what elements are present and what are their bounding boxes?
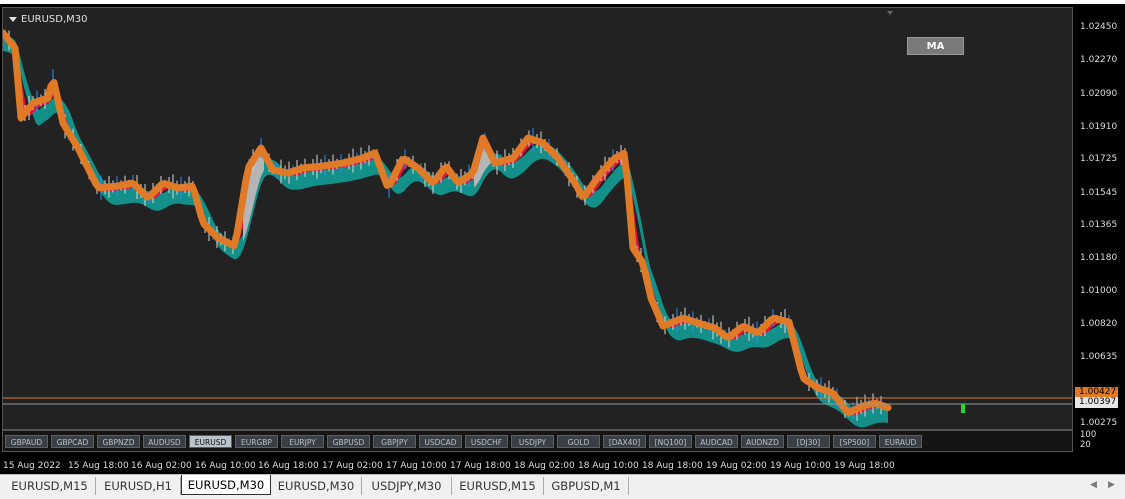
time-tick-label: 19 Aug 10:00 <box>770 461 831 471</box>
price-tick-label: 1.01000 <box>1080 286 1118 296</box>
time-tick-label: 15 Aug 18:00 <box>68 461 129 471</box>
time-tick-label: 16 Aug 02:00 <box>131 461 192 471</box>
crimson-ma-band <box>3 33 888 415</box>
time-tick-label: 19 Aug 18:00 <box>834 461 895 471</box>
symbol-button-audcad[interactable]: AUDCAD <box>695 435 738 448</box>
symbol-button-gold[interactable]: GOLD <box>557 435 600 448</box>
time-tick-label: 18 Aug 02:00 <box>514 461 575 471</box>
symbol-switcher-bar: GBPAUD GBPCAD GBPNZD AUDUSD EURUSD EURGBP EURJ… <box>2 430 1073 452</box>
price-tick-label: 1.01365 <box>1080 220 1118 230</box>
chart-window[interactable]: EURUSD,M30 MA GBPAUD GBPCAD GBPNZD AUDUSD EU… <box>0 4 1125 474</box>
time-tick-label: 17 Aug 02:00 <box>322 461 383 471</box>
time-tick-label: 18 Aug 10:00 <box>578 461 639 471</box>
price-plot-area[interactable]: EURUSD,M30 MA <box>2 7 1073 430</box>
symbol-button-eurgbp[interactable]: EURGBP <box>235 435 278 448</box>
price-tick-label: 1.01545 <box>1080 188 1118 198</box>
chart-tab-bar: ◀ ▶ EURUSD,M15 EURUSD,H1 EURUSD,M30 EURUSD,… <box>0 474 1125 499</box>
symbol-button-gbpnzd[interactable]: GBPNZD <box>97 435 140 448</box>
symbol-button-gbpjpy[interactable]: GBPJPY <box>373 435 416 448</box>
symbol-button-gbpusd[interactable]: GBPUSD <box>327 435 370 448</box>
dropdown-triangle-icon <box>9 16 17 22</box>
symbol-button-euraud[interactable]: EURAUD <box>879 435 922 448</box>
symbol-button-dax40[interactable]: [DAX40] <box>603 435 646 448</box>
tab-eurusd-m15[interactable]: EURUSD,M15 <box>452 477 544 495</box>
teal-ma-band <box>3 35 888 428</box>
time-tick-label: 17 Aug 10:00 <box>386 461 447 471</box>
tab-scroll-right-icon[interactable]: ▶ <box>1108 480 1115 490</box>
time-tick-label: 19 Aug 02:00 <box>706 461 767 471</box>
time-tick-label: 15 Aug 2022 <box>3 461 61 471</box>
symbol-title[interactable]: EURUSD,M30 <box>9 14 87 25</box>
symbol-button-nq100[interactable]: [NQ100] <box>649 435 692 448</box>
symbol-button-audusd[interactable]: AUDUSD <box>143 435 186 448</box>
tab-eurusd-m30[interactable]: EURUSD,M30 <box>271 477 362 495</box>
fast-ma-line <box>3 29 892 417</box>
price-tick-label: 1.00820 <box>1080 319 1118 329</box>
symbol-button-eurusd[interactable]: EURUSD <box>189 435 232 448</box>
symbol-button-usdcad[interactable]: USDCAD <box>419 435 462 448</box>
buy-signal-icon <box>961 404 965 413</box>
price-tick-label: 1.00635 <box>1080 352 1118 362</box>
tab-scroll-left-icon[interactable]: ◀ <box>1090 480 1097 490</box>
tab-eurusd-m15[interactable]: EURUSD,M15 <box>4 477 96 495</box>
time-tick-label: 16 Aug 18:00 <box>258 461 319 471</box>
symbol-button-sp500[interactable]: [SP500] <box>833 435 876 448</box>
indicator-scale-label: 100 <box>1080 430 1097 440</box>
symbol-button-gbpcad[interactable]: GBPCAD <box>51 435 94 448</box>
tab-eurusd-h1[interactable]: EURUSD,H1 <box>96 477 181 495</box>
price-tick-label: 1.00275 <box>1080 418 1118 428</box>
symbol-button-eurjpy[interactable]: EURJPY <box>281 435 324 448</box>
ma-button[interactable]: MA <box>907 37 964 55</box>
symbol-button-usdchf[interactable]: USDCHF <box>465 435 508 448</box>
current-price-marker: 1.00397 <box>1075 397 1118 408</box>
indicator-scale-label: 20 <box>1080 440 1091 450</box>
symbol-button-gbpaud[interactable]: GBPAUD <box>5 435 48 448</box>
price-tick-label: 1.02450 <box>1080 22 1118 32</box>
time-tick-label: 17 Aug 18:00 <box>450 461 511 471</box>
price-tick-label: 1.01180 <box>1080 253 1118 263</box>
price-tick-label: 1.01910 <box>1080 122 1118 132</box>
price-tick-label: 1.02270 <box>1080 55 1118 65</box>
price-tick-label: 1.01725 <box>1080 154 1118 164</box>
tab-eurusd-m30[interactable]: EURUSD,M30 <box>181 475 271 495</box>
time-tick-label: 16 Aug 10:00 <box>195 461 256 471</box>
symbol-title-label: EURUSD,M30 <box>21 14 88 25</box>
time-tick-label: 18 Aug 18:00 <box>642 461 703 471</box>
symbol-button-dj30[interactable]: [DJ30] <box>787 435 830 448</box>
symbol-button-usdjpy[interactable]: USDJPY <box>511 435 554 448</box>
tab-gbpusd-m1[interactable]: GBPUSD,M1 <box>544 477 629 495</box>
price-chart <box>3 11 1072 428</box>
tab-usdjpy-m30[interactable]: USDJPY,M30 <box>362 477 452 495</box>
symbol-button-audnzd[interactable]: AUDNZD <box>741 435 784 448</box>
chart-shift-marker-icon[interactable] <box>887 11 893 15</box>
price-tick-label: 1.02090 <box>1080 89 1118 99</box>
